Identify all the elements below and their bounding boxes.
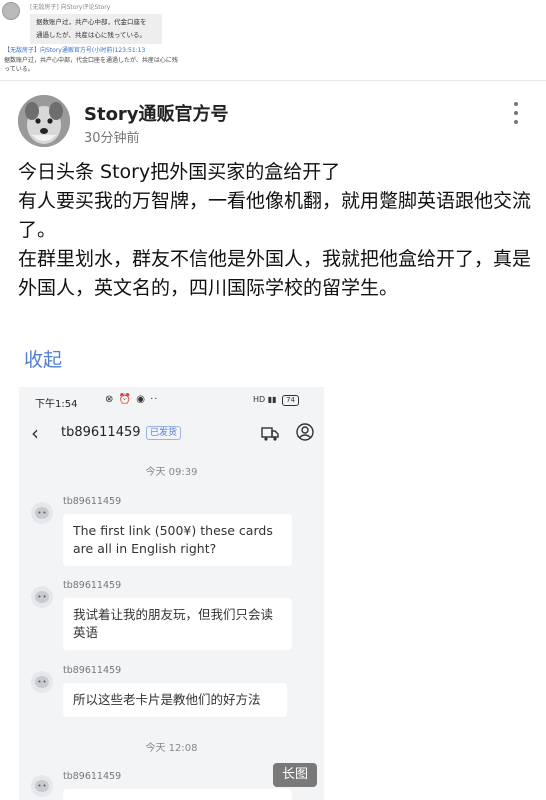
quoted-header-text: [无敌房子] 向Story评论Story <box>30 4 111 11</box>
section-divider <box>0 80 546 81</box>
post-paragraph: 在群里划水，群友不信他是外国人，我就把他盒给开了，真是外国人，英文名的，四川国际… <box>18 248 532 299</box>
post-text: 今日头条 Story把外国买家的盒给开了 有人要买我的万智牌，一看他像机翻，就用… <box>18 158 533 303</box>
sender-avatar <box>31 775 53 797</box>
more-options-icon[interactable] <box>508 100 524 126</box>
message-bubble[interactable]: 我试着让我的朋友玩，但我们只会读英语 <box>63 598 292 650</box>
message-bubble[interactable] <box>63 789 292 800</box>
long-image-button[interactable]: 长图 <box>273 763 317 787</box>
author-name[interactable]: Story通贩官方号 <box>84 100 229 126</box>
back-arrow-icon[interactable]: ‹ <box>31 421 39 445</box>
quoted-avatar <box>2 2 20 20</box>
default-avatar-icon <box>35 676 49 688</box>
profile-icon[interactable] <box>296 423 314 441</box>
shipped-badge: 已发货 <box>146 426 182 440</box>
collapse-link[interactable]: 收起 <box>24 345 62 372</box>
chat-timestamp: 今天 12:08 <box>145 743 198 754</box>
default-avatar-icon <box>35 780 49 792</box>
message-sender: tb89611459 <box>63 771 122 782</box>
default-avatar-icon <box>35 591 49 603</box>
signal-icon: HD ▮▮ <box>253 395 277 404</box>
chat-header: ‹ tb89611459 已发货 <box>19 417 324 451</box>
message-bubble[interactable]: 所以这些老卡片是教他们的好方法 <box>63 683 287 717</box>
dog-avatar-icon <box>18 95 70 147</box>
sender-avatar <box>31 671 53 693</box>
author-avatar[interactable] <box>18 95 70 147</box>
quoted-reply-header: 【无敌房子】向Story通贩官方号(小时前)123:51:13 <box>4 47 146 54</box>
order-truck-icon[interactable] <box>261 424 279 442</box>
post-paragraph: 今日头条 Story把外国买家的盒给开了 <box>18 161 341 183</box>
post-time: 30分钟前 <box>84 131 140 146</box>
message-sender: tb89611459 <box>63 496 122 507</box>
quoted-text-box: 据数账户过，共产心中部，代金口座を 通過したが、共産は心に残っている。 <box>30 14 162 44</box>
signal-battery: HD ▮▮ 74 <box>253 395 299 406</box>
quoted-reply-line-1: 据数账户过，共产心中部，代金口座を通過したが、共産は心に残 <box>4 57 178 64</box>
sender-avatar <box>31 502 53 524</box>
battery-icon: 74 <box>282 395 299 406</box>
message-sender: tb89611459 <box>63 580 122 591</box>
embedded-chat-screenshot[interactable]: 下午1:54 ⊗ ⏰ ◉ ·· HD ▮▮ 74 ‹ tb89611459 已发… <box>19 387 324 800</box>
status-icons: ⊗ ⏰ ◉ ·· <box>105 394 159 405</box>
status-time: 下午1:54 <box>35 399 78 410</box>
sender-avatar <box>31 586 53 608</box>
phone-status-bar: 下午1:54 ⊗ ⏰ ◉ ·· HD ▮▮ 74 <box>19 387 324 415</box>
quoted-box-line-1: 据数账户过，共产心中部，代金口座を <box>36 18 147 26</box>
post-paragraph: 有人要买我的万智牌，一看他像机翻，就用蹩脚英语跟他交流了。 <box>18 190 532 241</box>
message-sender: tb89611459 <box>63 665 122 676</box>
default-avatar-icon <box>35 507 49 519</box>
chat-timestamp: 今天 09:39 <box>145 467 198 478</box>
chat-username: tb89611459 <box>61 425 141 440</box>
message-bubble[interactable]: The first link (500¥) these cards are al… <box>63 514 292 566</box>
quoted-comment-strip: [无敌房子] 向Story评论Story 据数账户过，共产心中部，代金口座を 通… <box>0 0 546 80</box>
quoted-reply-line-2: っている。 <box>4 66 34 73</box>
quoted-box-line-2: 通過したが、共産は心に残っている。 <box>36 31 147 39</box>
